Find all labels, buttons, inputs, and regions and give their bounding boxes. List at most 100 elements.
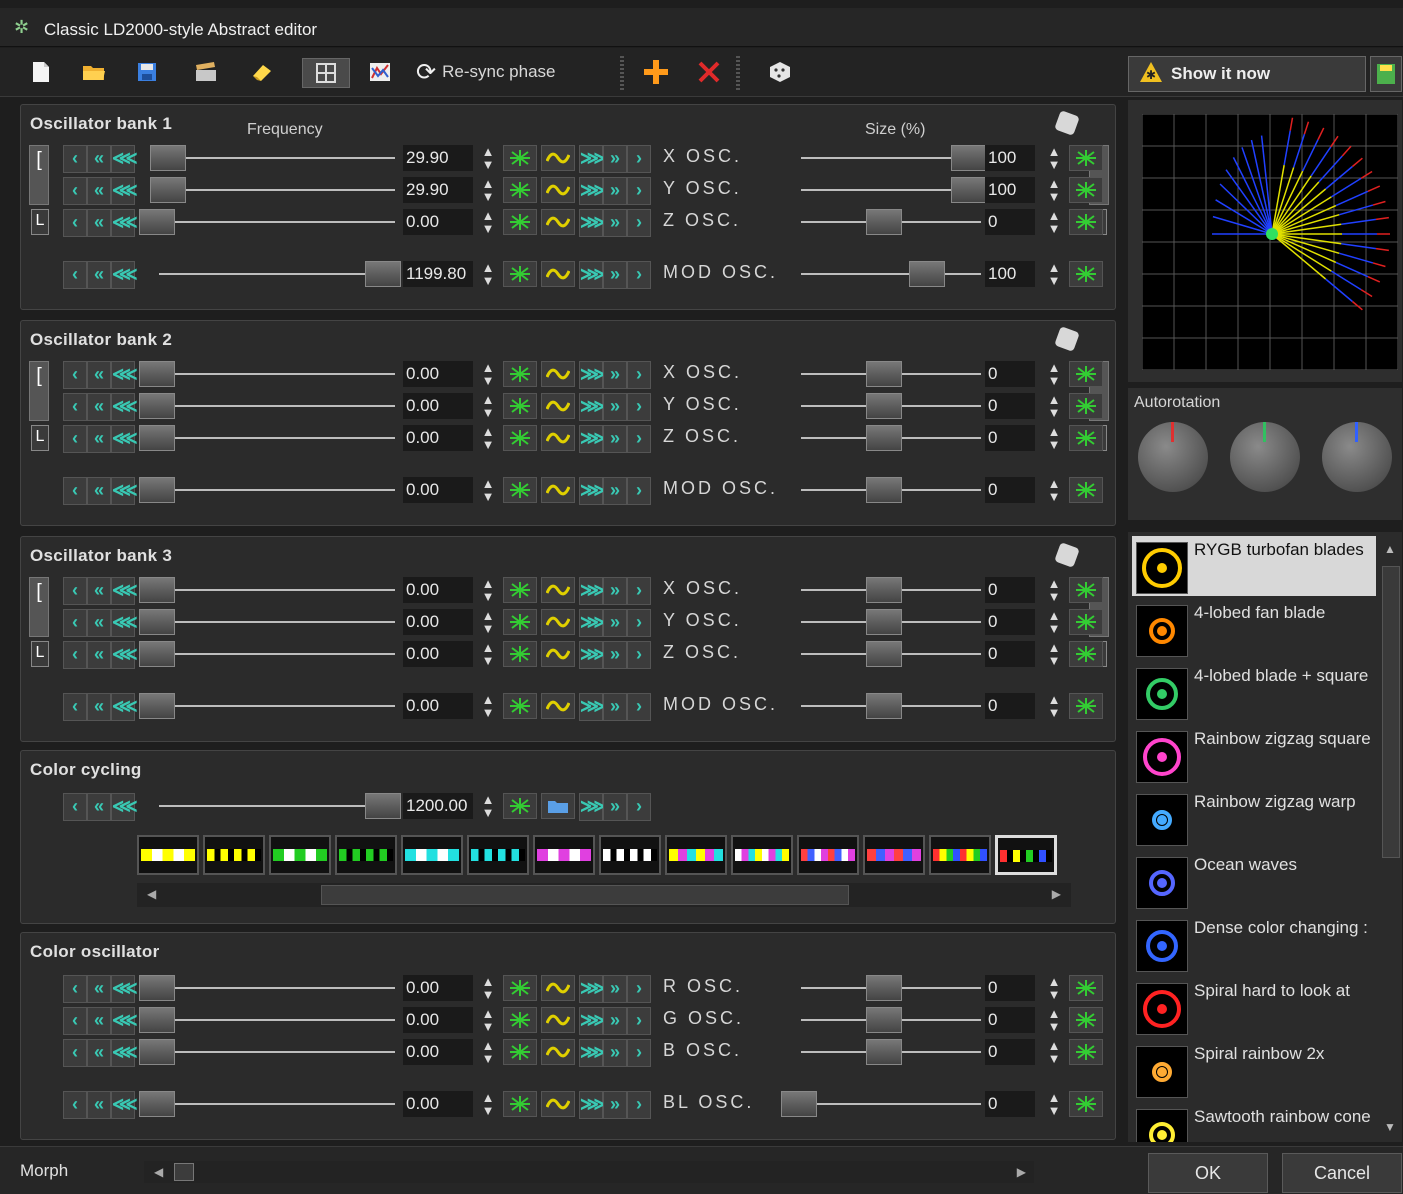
slider-thumb[interactable] (866, 641, 902, 667)
sine-wave-button[interactable] (541, 1091, 575, 1117)
step-right-button[interactable]: › (627, 793, 651, 821)
fast-right-button[interactable]: » (603, 261, 627, 289)
slider-thumb[interactable] (139, 641, 175, 667)
spin-updown-icon[interactable]: ▲ ▼ (1043, 975, 1065, 1001)
slider-thumb[interactable] (951, 177, 987, 203)
fastest-left-button[interactable]: ⋘ (111, 693, 138, 721)
spin-updown-icon[interactable]: ▲ ▼ (1043, 477, 1065, 503)
step-right-button[interactable]: › (627, 145, 651, 173)
spin-updown-icon[interactable]: ▲ ▼ (1043, 1091, 1065, 1117)
scroll-right-icon[interactable]: ▶ (1052, 887, 1061, 901)
step-left-button[interactable]: ‹ (63, 577, 87, 605)
bracket-open-icon[interactable]: [ (29, 145, 49, 205)
step-left-button[interactable]: ‹ (63, 1091, 87, 1119)
fastest-right-button[interactable]: ⋙ (579, 609, 606, 637)
dice-icon[interactable] (1054, 542, 1080, 568)
frequency-slider[interactable] (139, 145, 401, 171)
randomize-green-button[interactable] (1069, 975, 1103, 1001)
randomize-green-button[interactable] (1069, 209, 1103, 235)
palette-swatch[interactable] (269, 835, 331, 875)
dice-icon[interactable] (1054, 326, 1080, 352)
randomize-green-button[interactable] (503, 145, 537, 171)
randomize-green-button[interactable] (1069, 1091, 1103, 1117)
frequency-value[interactable]: 0.00 (403, 477, 473, 503)
slider-thumb[interactable] (139, 609, 175, 635)
randomize-green-button[interactable] (503, 361, 537, 387)
palette-swatch[interactable] (401, 835, 463, 875)
size-slider[interactable] (781, 577, 987, 603)
step-left-button[interactable]: ‹ (63, 425, 87, 453)
fastest-right-button[interactable]: ⋙ (579, 261, 606, 289)
fast-right-button[interactable]: » (603, 393, 627, 421)
spin-updown-icon[interactable]: ▲ ▼ (477, 361, 499, 387)
size-slider[interactable] (781, 1007, 987, 1033)
spin-updown-icon[interactable]: ▲ ▼ (477, 1091, 499, 1117)
randomize-green-button[interactable] (1069, 261, 1103, 287)
step-right-button[interactable]: › (627, 477, 651, 505)
randomize-green-button[interactable] (503, 425, 537, 451)
step-right-button[interactable]: › (627, 975, 651, 1003)
frequency-slider[interactable] (139, 1007, 401, 1033)
fastest-right-button[interactable]: ⋙ (579, 577, 606, 605)
grid-view-icon[interactable] (302, 58, 350, 88)
bracket-corner-icon[interactable]: L (31, 209, 49, 235)
randomize-green-button[interactable] (1069, 361, 1103, 387)
frequency-slider[interactable] (139, 361, 401, 387)
spin-updown-icon[interactable]: ▲ ▼ (477, 1007, 499, 1033)
palette-swatch[interactable] (665, 835, 727, 875)
fastest-right-button[interactable]: ⋙ (579, 177, 606, 205)
step-left-button[interactable]: ‹ (63, 393, 87, 421)
slider-thumb[interactable] (139, 209, 175, 235)
preset-item[interactable]: 4-lobed fan blade (1132, 599, 1376, 659)
spin-updown-icon[interactable]: ▲ ▼ (477, 693, 499, 719)
sine-wave-button[interactable] (541, 425, 575, 451)
spin-updown-icon[interactable]: ▲ ▼ (477, 425, 499, 451)
size-slider[interactable] (781, 393, 987, 419)
spin-updown-icon[interactable]: ▲ ▼ (1043, 393, 1065, 419)
slider-thumb[interactable] (866, 693, 902, 719)
step-right-button[interactable]: › (627, 361, 651, 389)
fast-left-button[interactable]: « (87, 975, 111, 1003)
open-folder-icon[interactable] (80, 58, 108, 86)
fast-right-button[interactable]: » (603, 693, 627, 721)
fastest-right-button[interactable]: ⋙ (579, 425, 606, 453)
fastest-left-button[interactable]: ⋘ (111, 477, 138, 505)
slider-thumb[interactable] (150, 145, 186, 171)
step-right-button[interactable]: › (627, 641, 651, 669)
fast-right-button[interactable]: » (603, 477, 627, 505)
fastest-right-button[interactable]: ⋙ (579, 793, 606, 821)
fast-right-button[interactable]: » (603, 975, 627, 1003)
size-value[interactable]: 100 (985, 177, 1035, 203)
dice-icon[interactable] (766, 58, 794, 86)
scroll-left-icon[interactable]: ◀ (147, 887, 156, 901)
eraser-icon[interactable] (248, 58, 276, 86)
scroll-down-icon[interactable]: ▼ (1384, 1120, 1396, 1134)
spin-updown-icon[interactable]: ▲ ▼ (1043, 361, 1065, 387)
frequency-value[interactable]: 0.00 (403, 425, 473, 451)
step-left-button[interactable]: ‹ (63, 793, 87, 821)
fastest-right-button[interactable]: ⋙ (579, 361, 606, 389)
fast-left-button[interactable]: « (87, 693, 111, 721)
randomize-green-button[interactable] (1069, 641, 1103, 667)
size-slider[interactable] (781, 261, 987, 287)
fast-right-button[interactable]: » (603, 1091, 627, 1119)
fastest-left-button[interactable]: ⋘ (111, 641, 138, 669)
slider-thumb[interactable] (951, 145, 987, 171)
preset-item[interactable]: Ocean waves (1132, 851, 1376, 911)
size-slider[interactable] (781, 145, 987, 171)
size-slider[interactable] (781, 1091, 987, 1117)
fast-left-button[interactable]: « (87, 177, 111, 205)
fast-right-button[interactable]: » (603, 577, 627, 605)
step-left-button[interactable]: ‹ (63, 261, 87, 289)
fast-left-button[interactable]: « (87, 577, 111, 605)
size-slider[interactable] (781, 425, 987, 451)
slider-thumb[interactable] (139, 1091, 175, 1117)
color-cycling-speed-value[interactable]: 1200.00 (403, 793, 473, 819)
spin-updown-icon[interactable]: ▲ ▼ (477, 209, 499, 235)
randomize-green-button[interactable] (503, 1007, 537, 1033)
size-value[interactable]: 0 (985, 641, 1035, 667)
frequency-slider[interactable] (139, 425, 401, 451)
randomize-green-button[interactable] (503, 975, 537, 1001)
palette-scroll-thumb[interactable] (321, 885, 849, 905)
fastest-right-button[interactable]: ⋙ (579, 393, 606, 421)
